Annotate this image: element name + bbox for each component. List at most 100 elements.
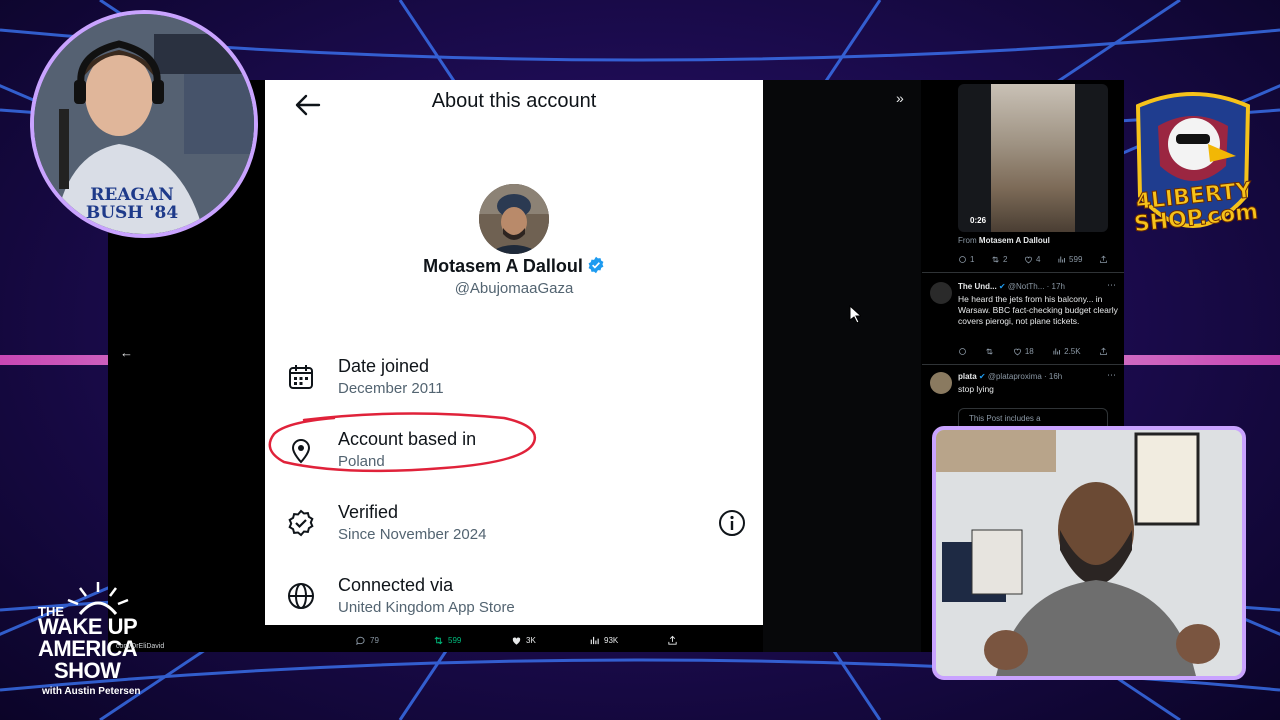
- share-icon: [1100, 347, 1107, 355]
- video-views-count: 599: [1069, 255, 1083, 264]
- feed-divider: [922, 364, 1124, 365]
- connected-via-label: Connected via: [338, 575, 454, 595]
- tweet1-repost[interactable]: [985, 347, 994, 356]
- verified-row: Verified Since November 2024: [287, 501, 747, 551]
- left-arrow-icon[interactable]: ←: [120, 345, 133, 360]
- modal-title: About this account: [431, 90, 597, 112]
- account-based-in-row: Account based in Poland: [287, 428, 747, 478]
- host-webcam: REAGAN BUSH '84: [30, 10, 258, 238]
- repost-count[interactable]: 599: [433, 635, 511, 646]
- tweet1-actions: 18 2.5K: [958, 347, 1108, 356]
- tweet-header: The Und... ✔ @NotTh... · 17h: [958, 282, 1065, 291]
- video-like-count: 4: [1036, 255, 1041, 264]
- display-name-text: Motasem A Dalloul: [423, 256, 583, 276]
- tweet-author-name[interactable]: The Und...: [958, 282, 997, 291]
- guest-video-frame: [936, 430, 1242, 676]
- reply-count[interactable]: 79: [355, 635, 433, 646]
- tweet-text: He heard the jets from his balcony... in…: [958, 294, 1118, 326]
- about-account-modal: About this account Motasem A Dalloul @Ab…: [265, 80, 763, 625]
- globe-icon: [288, 583, 314, 609]
- account-based-in-value: Poland: [338, 453, 385, 470]
- mouse-cursor-icon: [849, 305, 861, 323]
- video-repost-count: 2: [1003, 255, 1008, 264]
- video-views[interactable]: 599: [1057, 255, 1082, 264]
- tweet-avatar[interactable]: [930, 282, 952, 304]
- share-button[interactable]: [667, 635, 745, 646]
- verified-badge-icon: ✔: [998, 282, 1006, 291]
- date-joined-label: Date joined: [338, 356, 430, 376]
- reply-count-label: 79: [370, 635, 379, 645]
- view-count[interactable]: 93K: [589, 635, 667, 646]
- video-source-prefix: From: [958, 236, 977, 245]
- tweet-avatar[interactable]: [930, 372, 952, 394]
- video-share[interactable]: [1099, 255, 1108, 264]
- tweet-time: · 16h: [1044, 372, 1063, 381]
- logo-wake-up: WAKE UP: [38, 614, 138, 639]
- views-bar-icon: [1053, 348, 1061, 355]
- logo-host: with Austin Petersen: [42, 686, 141, 697]
- tweet1-reply[interactable]: [958, 347, 967, 356]
- repost-icon: [434, 636, 443, 644]
- views-bar-icon: [1058, 256, 1066, 263]
- display-name: Motasem A Dalloul: [265, 256, 763, 279]
- share-icon: [1100, 255, 1107, 263]
- tweet-author-handle[interactable]: @NotTh...: [1008, 282, 1045, 291]
- tweet-time: · 17h: [1046, 282, 1065, 291]
- date-joined-row: Date joined December 2011: [287, 355, 747, 405]
- share-icon: [668, 635, 677, 645]
- shirt-text: REAGAN BUSH '84: [85, 185, 179, 223]
- verified-label: Verified: [338, 502, 399, 522]
- reply-icon: [959, 256, 966, 263]
- logo-show: SHOW: [54, 658, 121, 683]
- url-tag: com/DrEliDavid: [116, 643, 165, 650]
- reply-icon: [356, 636, 365, 645]
- location-pin-icon: [291, 439, 311, 464]
- tweet-header: plata ✔ @plataproxima · 16h: [958, 372, 1062, 381]
- video-like[interactable]: 4: [1024, 255, 1040, 264]
- views-bar-icon: [590, 636, 599, 644]
- video-reply[interactable]: 1: [958, 255, 974, 264]
- repost-icon: [992, 256, 999, 263]
- tweet-text: stop lying: [958, 384, 994, 394]
- more-options-icon[interactable]: ⋯: [1107, 280, 1116, 291]
- verified-badge-icon: [587, 256, 605, 279]
- video-reply-count: 1: [970, 255, 975, 264]
- connected-via-value: United Kingdom App Store: [338, 599, 515, 616]
- account-handle: @AbujomaaGaza: [454, 280, 574, 297]
- date-joined-value: December 2011: [338, 380, 444, 397]
- video-source: From Motasem A Dalloul: [958, 236, 1050, 245]
- repost-count-label: 599: [448, 635, 462, 645]
- connected-via-row: Connected via United Kingdom App Store: [287, 574, 747, 624]
- heart-icon: [512, 637, 521, 645]
- feed-divider: [922, 272, 1124, 273]
- more-options-icon[interactable]: ⋯: [1107, 370, 1116, 381]
- heart-icon: [1013, 348, 1021, 356]
- heart-icon: [1025, 256, 1032, 264]
- repost-icon: [986, 348, 994, 355]
- verified-badge-icon: ✔: [978, 372, 986, 381]
- reply-icon: [959, 348, 966, 355]
- info-icon[interactable]: [717, 508, 747, 538]
- post-stats-bar: 79 599 3K 93K: [355, 630, 775, 650]
- video-frame: [991, 84, 1075, 232]
- tweet1-share[interactable]: [1099, 347, 1108, 356]
- video-repost[interactable]: 2: [991, 255, 1007, 264]
- video-duration: 0:26: [970, 216, 987, 225]
- tweet-author-name[interactable]: plata: [958, 372, 977, 381]
- tweet1-like[interactable]: 18: [1013, 347, 1034, 356]
- tweet1-views-count: 2.5K: [1064, 347, 1081, 356]
- person-photo-icon: [479, 184, 549, 254]
- tweet1-views[interactable]: 2.5K: [1052, 347, 1081, 356]
- view-count-label: 93K: [604, 635, 619, 645]
- guest-webcam: [932, 426, 1246, 680]
- profile-avatar[interactable]: [479, 184, 549, 254]
- video-thumbnail[interactable]: 0:26: [958, 84, 1108, 232]
- video-source-name[interactable]: Motasem A Dalloul: [979, 236, 1050, 245]
- dimmed-sidebar: [763, 80, 921, 652]
- video-actions: 1 2 4 599: [958, 255, 1108, 264]
- expand-double-chevron-icon[interactable]: »: [896, 90, 904, 106]
- calendar-icon: [289, 365, 313, 389]
- tweet-author-handle[interactable]: @plataproxima: [988, 372, 1042, 381]
- like-count[interactable]: 3K: [511, 635, 589, 646]
- verified-value: Since November 2024: [338, 526, 487, 543]
